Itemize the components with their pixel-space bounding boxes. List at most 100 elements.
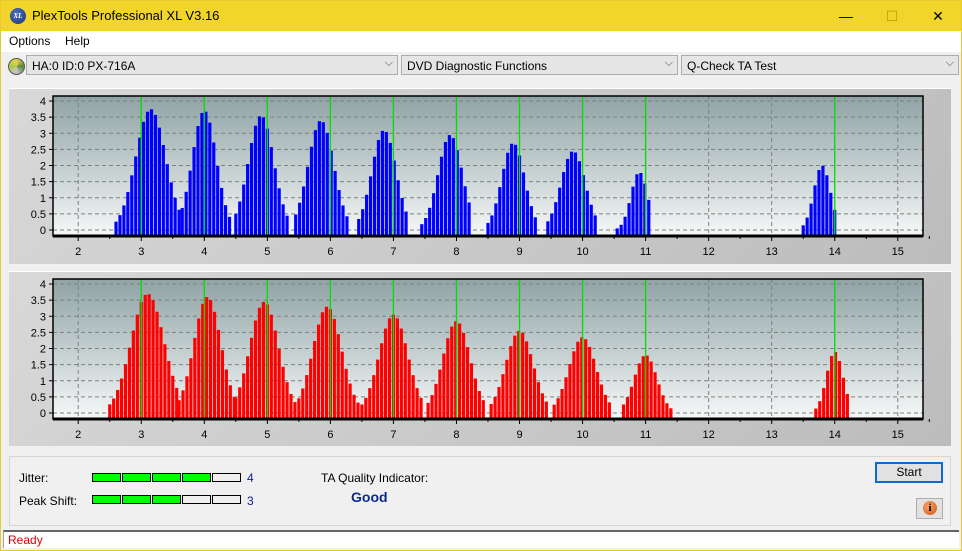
histogram-bar: [356, 402, 360, 419]
histogram-bar: [459, 167, 463, 236]
histogram-bar: [383, 328, 388, 419]
histogram-bar: [301, 388, 305, 419]
x-tick-label: 2: [75, 429, 81, 441]
histogram-bar: [324, 306, 329, 419]
title-bar[interactable]: XL PlexTools Professional XL V3.16 — ☐ ✕: [1, 1, 961, 31]
y-tick-label: 0.5: [31, 209, 46, 221]
test-select-value: Q-Check TA Test: [687, 59, 777, 73]
histogram-bar: [188, 170, 192, 236]
histogram-bar: [145, 111, 150, 236]
histogram-bar: [395, 318, 399, 419]
histogram-bar: [556, 398, 560, 419]
y-tick-label: 4: [40, 96, 46, 108]
histogram-bar: [180, 207, 184, 236]
histogram-bar: [467, 202, 471, 236]
meter-segment-empty: [182, 495, 211, 504]
histogram-bar: [595, 371, 600, 419]
histogram-bar: [572, 351, 576, 419]
histogram-bar: [528, 354, 533, 419]
menu-options[interactable]: Options: [9, 34, 50, 48]
histogram-bar: [404, 211, 408, 236]
histogram-bar: [177, 209, 181, 236]
histogram-bar: [593, 215, 597, 236]
close-button[interactable]: ✕: [915, 1, 961, 31]
x-tick-label: 12: [703, 429, 715, 441]
drive-select[interactable]: HA:0 ID:0 PX-716A ⌵: [26, 55, 398, 75]
test-select[interactable]: Q-Check TA Test ⌵: [681, 55, 959, 75]
histogram-bar: [411, 375, 415, 419]
histogram-bar: [837, 360, 842, 419]
histogram-bar: [253, 125, 258, 236]
histogram-bar: [234, 213, 238, 236]
function-group-select[interactable]: DVD Diagnostic Functions ⌵: [401, 55, 678, 75]
histogram-bar: [130, 175, 134, 236]
histogram-bar: [564, 377, 568, 419]
histogram-bar: [224, 369, 228, 419]
x-tick-label: 10: [576, 429, 588, 441]
x-tick-label: 13: [766, 246, 778, 258]
x-tick-label: 15: [892, 429, 904, 441]
histogram-bar: [486, 222, 490, 236]
histogram-bar: [357, 218, 361, 236]
histogram-bar: [309, 146, 314, 236]
histogram-bar: [501, 374, 505, 419]
histogram-bar: [281, 204, 285, 236]
histogram-bar: [589, 204, 593, 236]
histogram-bar: [489, 403, 493, 419]
histogram-bar: [814, 408, 818, 419]
histogram-bar: [588, 346, 592, 419]
histogram-bar: [665, 403, 669, 419]
histogram-bar: [332, 318, 336, 419]
upper-chart-panel: 0 0.5 1 1.5 2 2.5 3 3.5 4 2 3 4 5 6 7 8 9 10 11 12 13 14 15: [9, 88, 951, 264]
status-bar: Ready: [3, 530, 959, 548]
histogram-bar: [505, 359, 509, 419]
histogram-bar: [845, 393, 849, 419]
x-tick-label: 9: [516, 246, 522, 258]
status-text: Ready: [8, 533, 43, 547]
histogram-bar: [619, 224, 623, 236]
histogram-bar: [435, 175, 440, 236]
histogram-bar: [192, 147, 196, 236]
histogram-bar: [281, 366, 285, 419]
x-tick-label: 6: [327, 429, 333, 441]
x-tick-label: 5: [264, 429, 270, 441]
chevron-down-icon: ⌵: [384, 57, 393, 69]
histogram-bar: [161, 145, 165, 236]
histogram-bar: [635, 174, 639, 236]
y-tick-label: 0: [40, 408, 46, 420]
histogram-bar: [253, 320, 258, 419]
histogram-bar: [365, 194, 369, 236]
histogram-bar: [532, 368, 537, 419]
histogram-bar: [434, 383, 438, 419]
histogram-bar: [223, 205, 228, 236]
x-tick-label: 6: [327, 246, 333, 258]
histogram-bar: [169, 182, 173, 236]
histogram-bar: [297, 398, 301, 419]
histogram-bar: [502, 168, 506, 236]
meter-segment-empty: [212, 473, 241, 482]
histogram-bar: [649, 361, 653, 419]
menu-help[interactable]: Help: [65, 34, 90, 48]
histogram-bar: [446, 338, 450, 419]
histogram-bar: [481, 400, 485, 419]
minimize-button[interactable]: —: [823, 1, 869, 31]
disc-icon: [8, 58, 25, 75]
histogram-bar: [320, 312, 325, 419]
histogram-bar: [631, 186, 635, 236]
histogram-bar: [380, 343, 384, 419]
histogram-bar: [261, 301, 266, 419]
histogram-bar: [407, 359, 411, 419]
y-tick-label: 3: [40, 311, 46, 323]
histogram-bar: [294, 214, 298, 236]
histogram-bar: [321, 122, 325, 236]
histogram-bar: [396, 180, 400, 236]
histogram-bar: [625, 397, 630, 419]
histogram-bar: [627, 203, 631, 236]
histogram-bar: [661, 395, 665, 419]
histogram-bar: [577, 161, 582, 236]
start-button[interactable]: Start: [875, 462, 943, 483]
maximize-button[interactable]: ☐: [869, 1, 915, 31]
info-button[interactable]: i: [916, 498, 943, 519]
histogram-bar: [238, 201, 242, 236]
histogram-bar: [273, 168, 277, 236]
